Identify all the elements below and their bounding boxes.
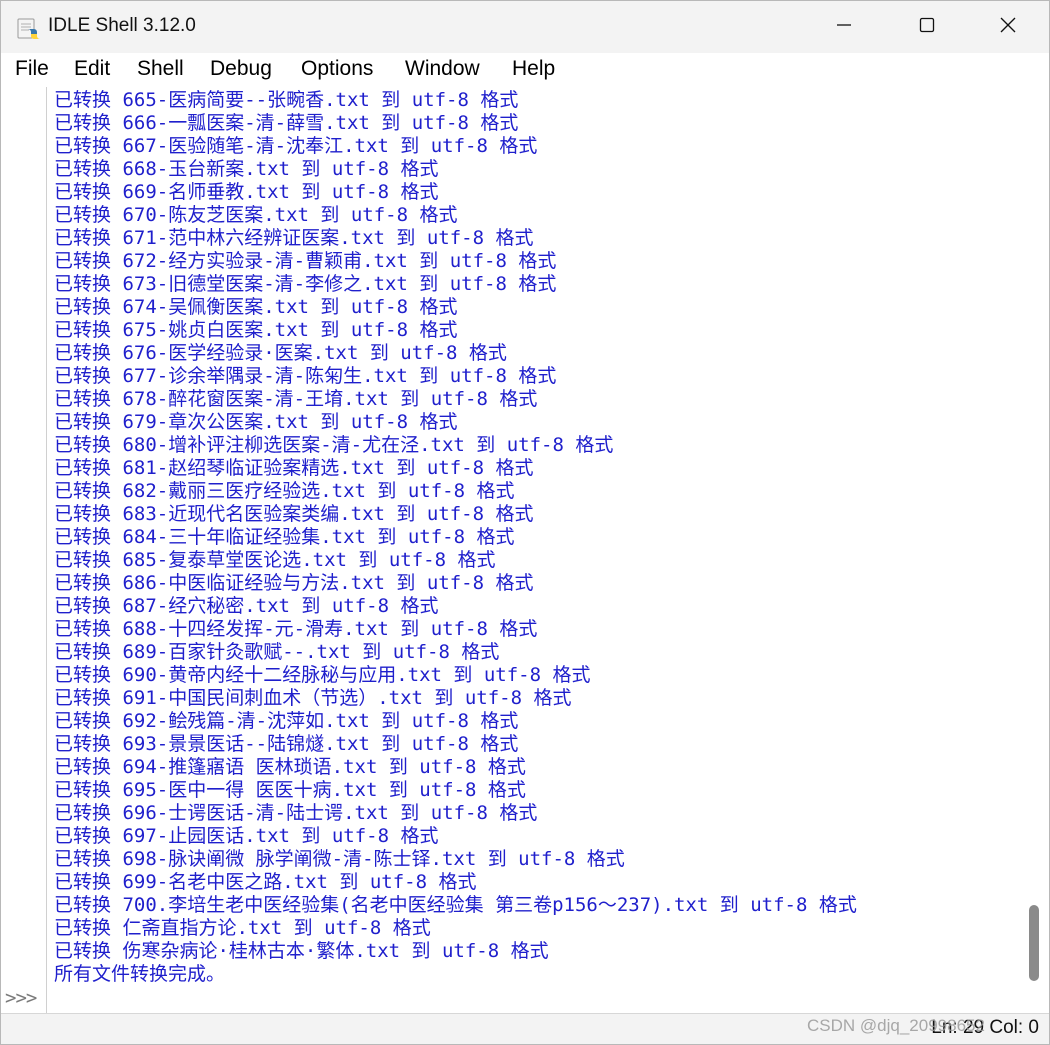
output-line: 已转换 681-赵绍琴临证验案精选.txt 到 utf-8 格式: [54, 457, 534, 479]
scrollbar-thumb[interactable]: [1029, 905, 1039, 981]
output-line: 已转换 698-脉诀阐微 脉学阐微-清-陈士铎.txt 到 utf-8 格式: [54, 848, 625, 870]
output-line: 已转换 674-吴佩衡医案.txt 到 utf-8 格式: [54, 296, 458, 318]
output-line: 已转换 676-医学经验录·医案.txt 到 utf-8 格式: [54, 342, 507, 364]
idle-shell-window: IDLE Shell 3.12.0 File Edit Shell Debug …: [0, 0, 1050, 1045]
minimize-icon: [836, 17, 852, 37]
output-line: 已转换 697-止园医话.txt 到 utf-8 格式: [54, 825, 439, 847]
prompt-gutter: >>>: [1, 87, 47, 1013]
output-line: 已转换 680-增补评注柳选医案-清-尤在泾.txt 到 utf-8 格式: [54, 434, 614, 456]
output-line: 已转换 694-推篷寤语 医林琐语.txt 到 utf-8 格式: [54, 756, 526, 778]
watermark: CSDN @djq_20998652: [807, 1016, 985, 1035]
output-line: 已转换 672-经方实验录-清-曹颖甫.txt 到 utf-8 格式: [54, 250, 557, 272]
vertical-scrollbar[interactable]: [1025, 87, 1043, 1013]
menu-window[interactable]: Window: [405, 57, 480, 81]
output-line: 已转换 667-医验随笔-清-沈奉江.txt 到 utf-8 格式: [54, 135, 538, 157]
close-button[interactable]: [968, 1, 1048, 53]
title-bar[interactable]: IDLE Shell 3.12.0: [1, 1, 1049, 53]
menu-edit[interactable]: Edit: [74, 57, 110, 81]
minimize-button[interactable]: [804, 1, 884, 53]
output-line: 已转换 668-玉台新案.txt 到 utf-8 格式: [54, 158, 439, 180]
output-line: 已转换 673-旧德堂医案-清-李修之.txt 到 utf-8 格式: [54, 273, 557, 295]
output-line: 已转换 692-鲙残篇-清-沈萍如.txt 到 utf-8 格式: [54, 710, 519, 732]
output-line: 已转换 679-章次公医案.txt 到 utf-8 格式: [54, 411, 458, 433]
output-line: 已转换 689-百家针灸歌赋--.txt 到 utf-8 格式: [54, 641, 500, 663]
output-line: 已转换 687-经穴秘密.txt 到 utf-8 格式: [54, 595, 439, 617]
output-line: 已转换 684-三十年临证经验集.txt 到 utf-8 格式: [54, 526, 515, 548]
output-line: 已转换 伤寒杂病论·桂林古本·繁体.txt 到 utf-8 格式: [54, 940, 549, 962]
output-line: 已转换 686-中医临证经验与方法.txt 到 utf-8 格式: [54, 572, 534, 594]
output-line: 已转换 691-中国民间刺血术（节选）.txt 到 utf-8 格式: [54, 687, 572, 709]
output-line: 已转换 688-十四经发挥-元-滑寿.txt 到 utf-8 格式: [54, 618, 538, 640]
maximize-icon: [919, 17, 935, 37]
menu-debug[interactable]: Debug: [210, 57, 272, 81]
maximize-button[interactable]: [887, 1, 967, 53]
output-line: 已转换 699-名老中医之路.txt 到 utf-8 格式: [54, 871, 477, 893]
output-line: 已转换 700.李培生老中医经验集(名老中医经验集 第三卷p156～237).t…: [54, 894, 857, 916]
output-line: 已转换 693-景景医话--陆锦燧.txt 到 utf-8 格式: [54, 733, 519, 755]
output-line: 已转换 696-士谔医话-清-陆士谔.txt 到 utf-8 格式: [54, 802, 538, 824]
output-line: 所有文件转换完成。: [54, 963, 226, 985]
output-line: 已转换 690-黄帝内经十二经脉秘与应用.txt 到 utf-8 格式: [54, 664, 591, 686]
output-line: 已转换 682-戴丽三医疗经验选.txt 到 utf-8 格式: [54, 480, 515, 502]
output-line: 已转换 仁斋直指方论.txt 到 utf-8 格式: [54, 917, 431, 939]
window-title: IDLE Shell 3.12.0: [48, 15, 196, 36]
output-line: 已转换 695-医中一得 医医十病.txt 到 utf-8 格式: [54, 779, 526, 801]
close-icon: [1000, 17, 1016, 37]
output-line: 已转换 677-诊余举隅录-清-陈匊生.txt 到 utf-8 格式: [54, 365, 557, 387]
output-line: 已转换 670-陈友芝医案.txt 到 utf-8 格式: [54, 204, 458, 226]
shell-text-area[interactable]: >>> 已转换 665-医病简要--张畹香.txt 到 utf-8 格式 已转换 …: [1, 87, 1049, 1013]
output-line: 已转换 675-姚贞白医案.txt 到 utf-8 格式: [54, 319, 458, 341]
output-line: 已转换 665-医病简要--张畹香.txt 到 utf-8 格式: [54, 89, 519, 111]
output-line: 已转换 666-一瓢医案-清-薛雪.txt 到 utf-8 格式: [54, 112, 519, 134]
shell-output: 已转换 665-医病简要--张畹香.txt 到 utf-8 格式 已转换 666-…: [54, 89, 1024, 986]
menu-shell[interactable]: Shell: [137, 57, 184, 81]
output-line: 已转换 671-范中林六经辨证医案.txt 到 utf-8 格式: [54, 227, 534, 249]
python-app-icon: [15, 15, 41, 41]
output-line: 已转换 678-醉花窗医案-清-王堉.txt 到 utf-8 格式: [54, 388, 538, 410]
menu-options[interactable]: Options: [301, 57, 373, 81]
output-line: 已转换 685-复泰草堂医论选.txt 到 utf-8 格式: [54, 549, 496, 571]
menu-file[interactable]: File: [15, 57, 49, 81]
shell-prompt: >>>: [5, 987, 37, 1009]
output-line: 已转换 683-近现代名医验案类编.txt 到 utf-8 格式: [54, 503, 534, 525]
menu-bar: File Edit Shell Debug Options Window Hel…: [1, 53, 1049, 87]
output-line: 已转换 669-名师垂教.txt 到 utf-8 格式: [54, 181, 439, 203]
menu-help[interactable]: Help: [512, 57, 555, 81]
